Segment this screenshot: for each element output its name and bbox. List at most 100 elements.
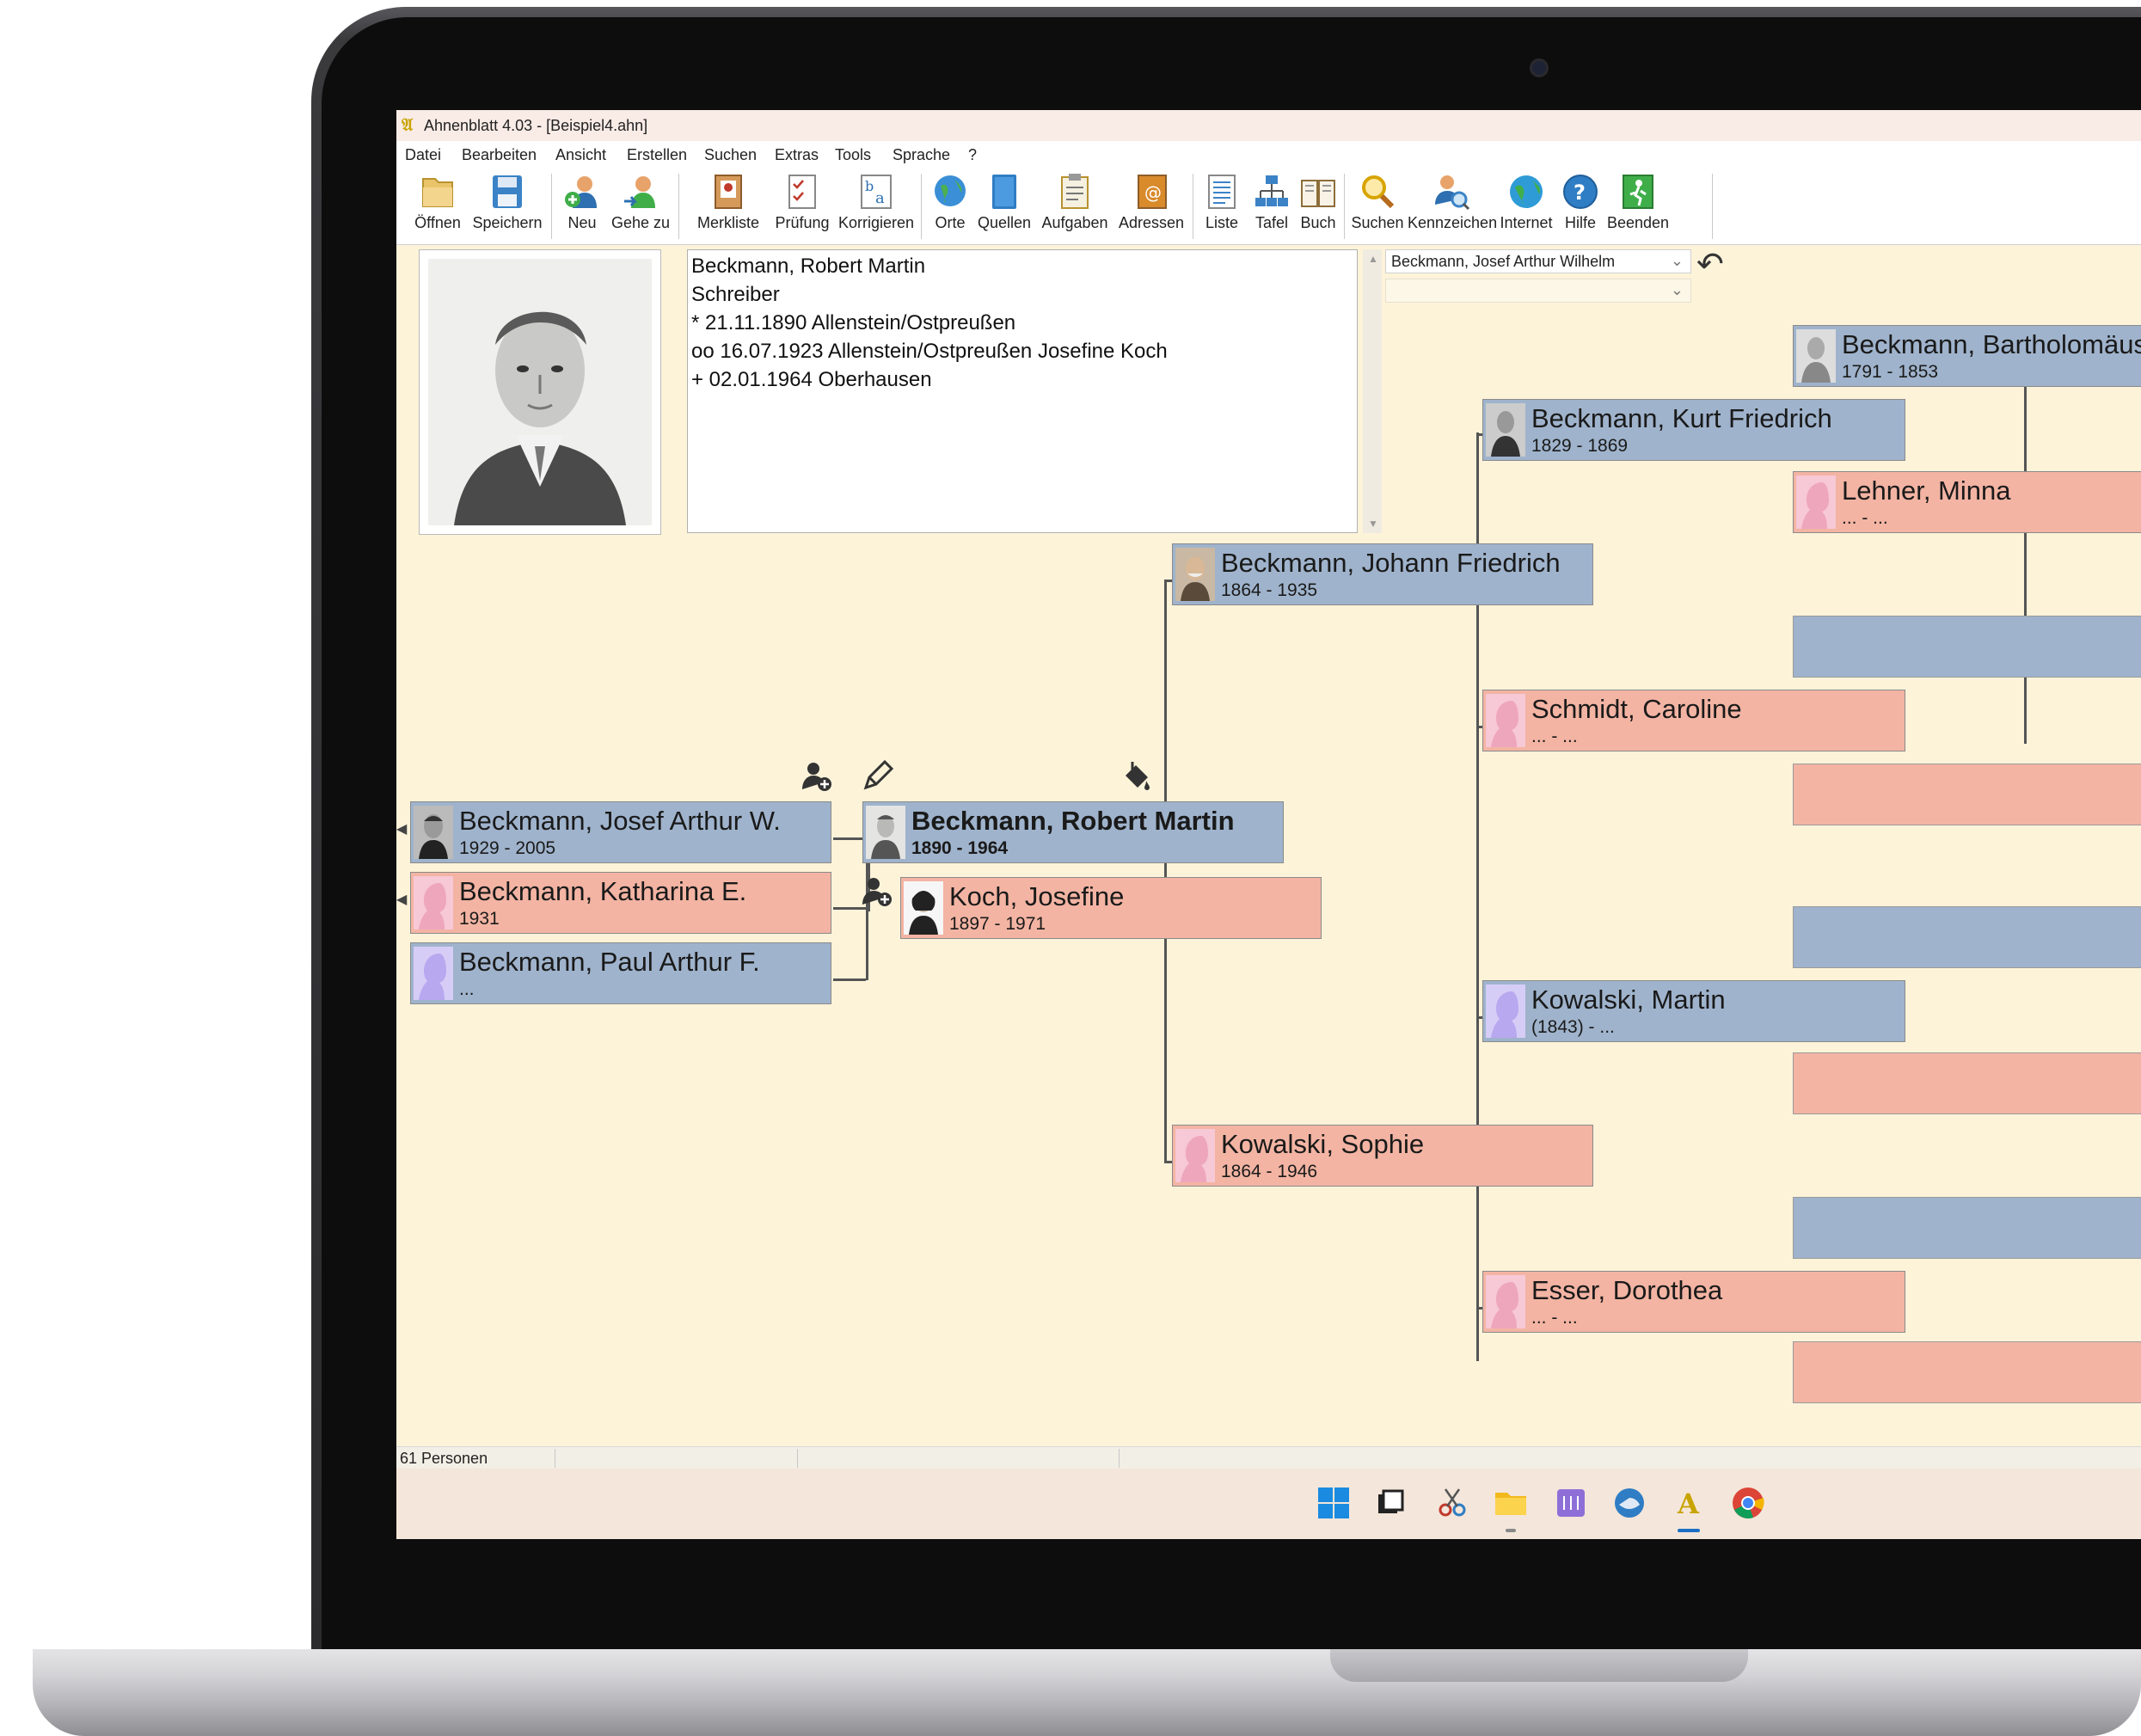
open-book-icon [1301, 180, 1335, 207]
windows-taskbar: A [396, 1469, 2141, 1539]
bookmark-list-button[interactable]: Merkliste [690, 172, 766, 232]
person-avatar [1796, 329, 1836, 383]
person-card-robert-focus[interactable]: Beckmann, Robert Martin 1890 - 1964 [862, 801, 1284, 863]
edit-pencil-icon[interactable] [861, 759, 894, 800]
person-card-martin[interactable]: Kowalski, Martin (1843) - ... [1482, 980, 1905, 1042]
person-card-johann[interactable]: Beckmann, Johann Friedrich 1864 - 1935 [1172, 543, 1593, 605]
check-button[interactable]: Prüfung [771, 172, 833, 232]
internet-globe-icon [1510, 175, 1543, 208]
search-button[interactable]: Suchen [1349, 172, 1406, 232]
person-card-empty[interactable] [1793, 1197, 2141, 1259]
person-photo[interactable] [419, 249, 661, 535]
new-person-button[interactable]: Neu [558, 172, 606, 232]
chevron-down-icon: ⌄ [1670, 252, 1684, 269]
person-avatar [904, 881, 943, 935]
person-details-text[interactable]: Beckmann, Robert Martin Schreiber * 21.1… [687, 249, 1358, 533]
snipping-tool-icon[interactable] [1435, 1486, 1469, 1520]
second-selector-dropdown[interactable]: ⌄ [1385, 279, 1691, 303]
female-silhouette-icon [414, 876, 453, 929]
bookmark-list-icon [715, 175, 742, 209]
running-indicator [1506, 1529, 1516, 1532]
menu-erstellen[interactable]: Erstellen [627, 146, 687, 164]
menu-ansicht[interactable]: Ansicht [555, 146, 606, 164]
scroll-up-arrow-icon[interactable]: ▲ [1368, 253, 1378, 265]
person-card-josefine[interactable]: Koch, Josefine 1897 - 1971 [900, 877, 1322, 939]
menu-bearbeiten[interactable]: Bearbeiten [462, 146, 537, 164]
paint-bucket-icon[interactable] [1120, 760, 1155, 800]
open-button[interactable]: Öffnen [410, 172, 465, 232]
person-card-empty[interactable] [1793, 1341, 2141, 1403]
add-spouse-person-icon[interactable] [861, 875, 893, 915]
detail-line-name: Beckmann, Robert Martin [691, 255, 926, 278]
sources-button[interactable]: Quellen [974, 172, 1034, 232]
person-card-minna[interactable]: Lehner, Minna ... - ... [1793, 471, 2141, 533]
person-avatar [1486, 403, 1525, 457]
back-arrow-icon[interactable]: ↶ [1696, 248, 1724, 282]
person-selector-dropdown[interactable]: Beckmann, Josef Arthur Wilhelm ⌄ [1385, 249, 1691, 273]
status-divider [1119, 1449, 1120, 1468]
places-button[interactable]: Orte [928, 172, 972, 232]
ahnenblatt-logo-icon[interactable]: A [1671, 1486, 1705, 1520]
help-question-icon: ? [1563, 175, 1598, 209]
person-card-empty[interactable] [1793, 616, 2141, 678]
tasks-button[interactable]: Aufgaben [1036, 172, 1113, 232]
chart-button[interactable]: Tafel [1248, 172, 1296, 232]
internet-button[interactable]: Internet [1497, 172, 1555, 232]
exit-door-icon [1623, 175, 1653, 209]
exit-button[interactable]: Beenden [1605, 172, 1671, 232]
markers-button[interactable]: Kennzeichen [1408, 172, 1497, 232]
person-card-josef[interactable]: Beckmann, Josef Arthur W. 1929 - 2005 [410, 801, 831, 863]
addresses-button[interactable]: @ Adressen [1115, 172, 1187, 232]
detail-line-death: + 02.01.1964 Oberhausen [691, 368, 932, 391]
ahnenblatt-logo-icon: 𝔄 [402, 116, 414, 135]
new-person-icon [565, 176, 597, 208]
correct-button[interactable]: ba Korrigieren [837, 172, 916, 232]
menu-help[interactable]: ? [968, 146, 977, 164]
person-card-sophie[interactable]: Kowalski, Sophie 1864 - 1946 [1172, 1125, 1593, 1187]
active-indicator [1678, 1529, 1700, 1532]
menu-suchen[interactable]: Suchen [704, 146, 757, 164]
webcam [1530, 58, 1549, 77]
person-card-empty[interactable] [1793, 906, 2141, 968]
person-card-dorothea[interactable]: Esser, Dorothea ... - ... [1482, 1271, 1905, 1333]
save-button[interactable]: Speichern [469, 172, 546, 232]
menu-datei[interactable]: Datei [405, 146, 441, 164]
expand-arrow-icon[interactable]: ◀ [396, 820, 407, 837]
expand-arrow-icon[interactable]: ◀ [396, 891, 407, 908]
menu-tools[interactable]: Tools [835, 146, 871, 164]
person-search-icon [1435, 175, 1470, 211]
person-card-katharina[interactable]: Beckmann, Katharina E. 1931 [410, 872, 831, 934]
windows-start-icon[interactable] [1316, 1486, 1351, 1520]
list-icon [1208, 175, 1236, 209]
person-card-kurt[interactable]: Beckmann, Kurt Friedrich 1829 - 1869 [1482, 399, 1905, 461]
details-scrollbar[interactable]: ▲ ▼ [1363, 249, 1382, 533]
file-explorer-icon[interactable] [1494, 1486, 1528, 1520]
male-silhouette-icon [1486, 985, 1525, 1038]
help-button[interactable]: ? Hilfe [1557, 172, 1604, 232]
book-sources-icon [992, 175, 1016, 209]
add-parent-person-icon[interactable] [801, 760, 833, 800]
person-card-empty[interactable] [1793, 1052, 2141, 1114]
menu-extras[interactable]: Extras [775, 146, 819, 164]
person-card-caroline[interactable]: Schmidt, Caroline ... - ... [1482, 690, 1905, 751]
toolbar-separator [1712, 174, 1713, 239]
thunderbird-icon[interactable] [1612, 1486, 1647, 1520]
status-bar: 61 Personen [396, 1446, 2141, 1469]
menu-sprache[interactable]: Sprache [893, 146, 950, 164]
chrome-icon[interactable] [1731, 1486, 1765, 1520]
male-silhouette-icon [414, 947, 453, 1000]
scroll-down-arrow-icon[interactable]: ▼ [1368, 518, 1378, 530]
svg-text:@: @ [1144, 182, 1162, 203]
toolbar-separator [551, 174, 552, 239]
connector-line [833, 978, 866, 981]
list-button[interactable]: Liste [1198, 172, 1246, 232]
detail-line-marriage: oo 16.07.1923 Allenstein/Ostpreußen Jose… [691, 340, 1168, 363]
notepad-app-icon[interactable] [1554, 1486, 1588, 1520]
person-card-bartholomaeus[interactable]: Beckmann, Bartholomäus 1791 - 1853 [1793, 325, 2141, 387]
connector-line [833, 837, 866, 840]
book-button[interactable]: Buch [1296, 172, 1340, 232]
person-card-empty[interactable] [1793, 764, 2141, 825]
person-card-paul[interactable]: Beckmann, Paul Arthur F. ... [410, 942, 831, 1004]
goto-person-button[interactable]: Gehe zu [608, 172, 673, 232]
task-view-icon[interactable] [1373, 1486, 1408, 1520]
